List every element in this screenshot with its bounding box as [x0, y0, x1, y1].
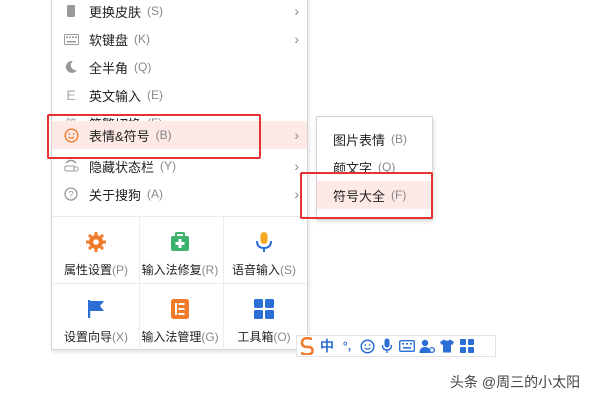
chevron-right-icon: › — [294, 127, 299, 143]
menu-item-label: 全半角 — [89, 60, 129, 76]
tile-property-settings[interactable]: 属性设置(P) — [54, 223, 138, 289]
menu-item-label: 更换皮肤 — [89, 4, 142, 20]
english-e-icon: E — [66, 87, 76, 103]
skin-shirt-icon[interactable] — [437, 336, 457, 356]
tile-voice-input[interactable]: 语音输入(S) — [222, 223, 306, 289]
tile-toolbox[interactable]: 工具箱(O) — [222, 290, 306, 356]
submenu-item-picture-emoji[interactable]: 图片表情 (B) — [317, 125, 432, 153]
menu-item-hotkey: (K) — [134, 32, 151, 46]
chevron-right-icon: › — [294, 186, 299, 202]
submenu-item-hotkey: (B) — [391, 132, 408, 146]
highlight-box-emoji-symbols — [47, 114, 261, 159]
keyboard-icon — [63, 31, 79, 47]
user-settings-icon[interactable] — [417, 336, 437, 356]
menu-item-about-sogou[interactable]: ? 关于搜狗 (A) › — [52, 180, 307, 208]
language-toggle[interactable]: 中 — [317, 336, 337, 356]
menu-item-english-input[interactable]: E 英文输入 (E) — [52, 81, 307, 109]
menu-item-hotkey: (Y) — [160, 159, 177, 173]
toolbox-grid-icon[interactable] — [457, 336, 477, 356]
tile-label: 输入法管理(G) — [141, 330, 219, 344]
toolbox-grid-icon — [254, 299, 274, 319]
flag-icon — [88, 300, 104, 318]
menu-item-skin[interactable]: 更换皮肤 (S) › — [52, 0, 307, 25]
menu-item-label: 关于搜狗 — [89, 187, 142, 203]
menu-item-hotkey: (Q) — [134, 60, 152, 74]
menu-divider — [52, 216, 307, 217]
ime-status-bar: 中 °, — [296, 335, 496, 357]
tile-label: 工具箱(O) — [237, 330, 291, 344]
hide-status-icon — [63, 158, 79, 174]
menu-item-label: 隐藏状态栏 — [89, 159, 155, 175]
chevron-right-icon: › — [294, 158, 299, 174]
watermark: 头条 @周三的小太阳 — [450, 374, 581, 390]
highlight-box-symbol-collection — [300, 172, 433, 219]
tile-setup-wizard[interactable]: 设置向导(X) — [54, 290, 138, 356]
context-menu: 更换皮肤 (S) › 软键盘 (K) › 全半角 (Q) E 英文输入 (E) … — [51, 0, 308, 350]
smiley-icon[interactable] — [357, 336, 377, 356]
tile-ime-repair[interactable]: 输入法修复(R) — [138, 223, 222, 289]
tile-label: 语音输入(S) — [231, 263, 296, 277]
menu-item-label: 英文输入 — [89, 88, 142, 104]
menu-item-full-half-width[interactable]: 全半角 (Q) — [52, 53, 307, 81]
keyboard-icon[interactable] — [397, 336, 417, 356]
svg-text:?: ? — [68, 190, 73, 200]
punctuation-toggle[interactable]: °, — [337, 336, 357, 356]
moon-icon — [63, 59, 79, 75]
repair-kit-icon — [171, 232, 189, 251]
microphone-icon — [256, 232, 272, 252]
menu-item-hotkey: (S) — [147, 4, 164, 18]
menu-item-soft-keyboard[interactable]: 软键盘 (K) › — [52, 25, 307, 53]
tile-label: 设置向导(X) — [63, 330, 128, 344]
chevron-right-icon: › — [294, 3, 299, 19]
tile-label: 输入法修复(R) — [141, 263, 219, 277]
chevron-right-icon: › — [294, 31, 299, 47]
menu-item-label: 软键盘 — [89, 32, 129, 48]
microphone-icon[interactable] — [377, 336, 397, 356]
skin-icon — [63, 3, 79, 19]
menu-item-hotkey: (A) — [147, 187, 164, 201]
gear-icon — [86, 232, 106, 252]
menu-item-hotkey: (E) — [147, 88, 164, 102]
help-icon: ? — [63, 186, 79, 202]
tile-ime-management[interactable]: 输入法管理(G) — [138, 290, 222, 356]
sogou-logo-icon[interactable] — [297, 336, 317, 356]
manage-list-icon — [171, 299, 189, 319]
tile-label: 属性设置(P) — [63, 263, 128, 277]
submenu-item-label: 图片表情 — [333, 132, 386, 148]
